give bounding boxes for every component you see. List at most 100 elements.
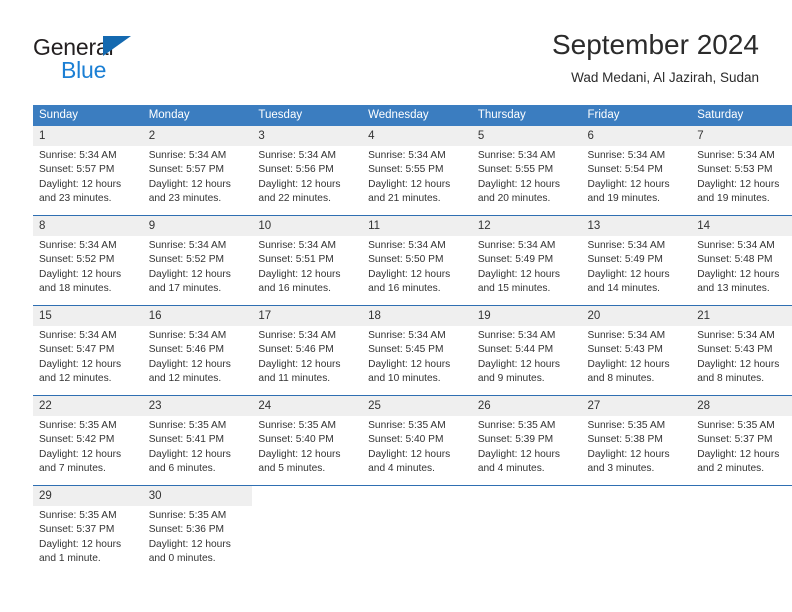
day-details: Sunrise: 5:34 AM Sunset: 5:56 PM Daylight:… — [252, 146, 362, 206]
day-details: Sunrise: 5:34 AM Sunset: 5:52 PM Daylight:… — [33, 236, 143, 296]
day-cell[interactable]: 9 Sunrise: 5:34 AM Sunset: 5:52 PM Daylight… — [142, 215, 253, 306]
daylight-text: Daylight: 12 hours and 8 minutes. — [587, 358, 670, 384]
sunset-text: Sunset: 5:55 PM — [368, 164, 444, 176]
sunset-text: Sunset: 5:40 PM — [258, 434, 334, 446]
page-header: General Blue September 2024 Wad Medani, … — [33, 28, 759, 98]
calendar-week-row: 1 Sunrise: 5:34 AM Sunset: 5:57 PM Daylight… — [33, 126, 792, 216]
page-subtitle: Wad Medani, Al Jazirah, Sudan — [571, 70, 759, 85]
day-number: 21 — [691, 306, 792, 326]
day-cell[interactable]: 25 Sunrise: 5:35 AM Sunset: 5:40 PM Dayligh… — [362, 395, 472, 486]
calendar-week-row: 15 Sunrise: 5:34 AM Sunset: 5:47 PM Dayligh… — [33, 305, 792, 396]
day-cell[interactable]: 8 Sunrise: 5:34 AM Sunset: 5:52 PM Daylight… — [33, 215, 143, 306]
day-details: Sunrise: 5:35 AM Sunset: 5:41 PM Daylight:… — [143, 416, 253, 476]
day-details: Sunrise: 5:34 AM Sunset: 5:55 PM Daylight:… — [472, 146, 582, 206]
sunset-text: Sunset: 5:43 PM — [697, 344, 773, 356]
day-details — [252, 494, 362, 497]
day-number: 3 — [252, 126, 363, 146]
daylight-text: Daylight: 12 hours and 19 minutes. — [587, 178, 670, 204]
day-number: 11 — [362, 216, 472, 236]
day-details: Sunrise: 5:34 AM Sunset: 5:54 PM Daylight:… — [582, 146, 692, 206]
day-cell[interactable]: 14 Sunrise: 5:34 AM Sunset: 5:48 PM Dayligh… — [691, 215, 792, 306]
sunrise-text: Sunrise: 5:35 AM — [477, 420, 556, 431]
day-details: Sunrise: 5:34 AM Sunset: 5:47 PM Daylight:… — [33, 326, 143, 386]
day-cell[interactable]: 20 Sunrise: 5:34 AM Sunset: 5:43 PM Dayligh… — [581, 305, 692, 396]
sunrise-text: Sunrise: 5:35 AM — [258, 420, 336, 431]
sunset-text: Sunset: 5:51 PM — [258, 254, 334, 266]
day-cell[interactable]: 2 Sunrise: 5:34 AM Sunset: 5:57 PM Daylight… — [142, 126, 253, 216]
day-details: Sunrise: 5:34 AM Sunset: 5:46 PM Daylight:… — [143, 326, 253, 386]
day-number: 12 — [471, 216, 582, 236]
day-cell[interactable]: 17 Sunrise: 5:34 AM Sunset: 5:46 PM Dayligh… — [252, 305, 363, 396]
sunset-text: Sunset: 5:37 PM — [697, 434, 773, 446]
sunset-text: Sunset: 5:39 PM — [477, 434, 554, 446]
sunset-text: Sunset: 5:53 PM — [697, 164, 773, 176]
calendar-body: 1 Sunrise: 5:34 AM Sunset: 5:57 PM Daylight… — [33, 126, 792, 575]
day-cell[interactable]: 30 Sunrise: 5:35 AM Sunset: 5:36 PM Dayligh… — [142, 485, 253, 575]
day-cell-empty — [581, 485, 692, 575]
daylight-text: Daylight: 12 hours and 3 minutes. — [587, 448, 670, 474]
sunrise-text: Sunrise: 5:34 AM — [587, 240, 666, 251]
day-details: Sunrise: 5:34 AM Sunset: 5:49 PM Daylight:… — [582, 236, 692, 296]
day-number — [582, 486, 692, 494]
day-cell[interactable]: 10 Sunrise: 5:34 AM Sunset: 5:51 PM Dayligh… — [252, 215, 363, 306]
day-number: 20 — [581, 306, 692, 326]
day-number — [362, 486, 472, 494]
generalblue-logo[interactable]: General Blue — [33, 34, 233, 92]
day-cell[interactable]: 3 Sunrise: 5:34 AM Sunset: 5:56 PM Daylight… — [252, 126, 363, 216]
day-details: Sunrise: 5:34 AM Sunset: 5:49 PM Daylight:… — [472, 236, 582, 296]
day-cell[interactable]: 1 Sunrise: 5:34 AM Sunset: 5:57 PM Daylight… — [33, 126, 143, 216]
day-details: Sunrise: 5:35 AM Sunset: 5:40 PM Daylight:… — [362, 416, 472, 476]
daylight-text: Daylight: 12 hours and 23 minutes. — [39, 178, 122, 204]
day-cell[interactable]: 11 Sunrise: 5:34 AM Sunset: 5:50 PM Dayligh… — [362, 215, 472, 306]
day-details: Sunrise: 5:35 AM Sunset: 5:40 PM Daylight:… — [252, 416, 362, 476]
day-cell[interactable]: 18 Sunrise: 5:34 AM Sunset: 5:45 PM Dayligh… — [362, 305, 472, 396]
day-cell[interactable]: 13 Sunrise: 5:34 AM Sunset: 5:49 PM Dayligh… — [581, 215, 692, 306]
daylight-text: Daylight: 12 hours and 20 minutes. — [477, 178, 560, 204]
day-cell[interactable]: 23 Sunrise: 5:35 AM Sunset: 5:41 PM Dayligh… — [142, 395, 253, 486]
day-cell[interactable]: 6 Sunrise: 5:34 AM Sunset: 5:54 PM Daylight… — [581, 126, 692, 216]
day-cell[interactable]: 16 Sunrise: 5:34 AM Sunset: 5:46 PM Dayligh… — [142, 305, 253, 396]
day-cell[interactable]: 15 Sunrise: 5:34 AM Sunset: 5:47 PM Dayligh… — [33, 305, 143, 396]
sunrise-text: Sunrise: 5:34 AM — [368, 240, 446, 251]
daylight-text: Daylight: 12 hours and 16 minutes. — [258, 268, 341, 294]
sunset-text: Sunset: 5:50 PM — [368, 254, 444, 266]
day-cell[interactable]: 24 Sunrise: 5:35 AM Sunset: 5:40 PM Dayligh… — [252, 395, 363, 486]
day-cell[interactable]: 28 Sunrise: 5:35 AM Sunset: 5:37 PM Dayligh… — [691, 395, 792, 486]
sunrise-text: Sunrise: 5:35 AM — [39, 510, 117, 521]
sunrise-text: Sunrise: 5:34 AM — [697, 330, 775, 341]
day-number: 18 — [362, 306, 472, 326]
day-cell[interactable]: 26 Sunrise: 5:35 AM Sunset: 5:39 PM Dayligh… — [471, 395, 582, 486]
day-details: Sunrise: 5:34 AM Sunset: 5:51 PM Daylight:… — [252, 236, 362, 296]
sunrise-text: Sunrise: 5:34 AM — [258, 150, 336, 161]
day-cell[interactable]: 7 Sunrise: 5:34 AM Sunset: 5:53 PM Daylight… — [691, 126, 792, 216]
sunset-text: Sunset: 5:41 PM — [148, 434, 225, 446]
sunrise-sunset-calendar-table: Sunday Monday Tuesday Wednesday Thursday… — [33, 105, 792, 575]
day-details — [472, 494, 582, 497]
daylight-text: Daylight: 12 hours and 0 minutes. — [148, 538, 231, 564]
logo-triangle-icon — [103, 36, 131, 56]
day-cell[interactable]: 22 Sunrise: 5:35 AM Sunset: 5:42 PM Dayligh… — [33, 395, 143, 486]
day-number: 7 — [691, 126, 792, 146]
daylight-text: Daylight: 12 hours and 15 minutes. — [477, 268, 560, 294]
day-details: Sunrise: 5:34 AM Sunset: 5:46 PM Daylight:… — [252, 326, 362, 386]
sunrise-text: Sunrise: 5:35 AM — [368, 420, 446, 431]
day-number: 16 — [142, 306, 253, 326]
day-cell[interactable]: 12 Sunrise: 5:34 AM Sunset: 5:49 PM Dayligh… — [471, 215, 582, 306]
day-cell[interactable]: 27 Sunrise: 5:35 AM Sunset: 5:38 PM Dayligh… — [581, 395, 692, 486]
day-number — [472, 486, 582, 494]
day-cell[interactable]: 5 Sunrise: 5:34 AM Sunset: 5:55 PM Daylight… — [471, 126, 582, 216]
title-block: September 2024 Wad Medani, Al Jazirah, S… — [552, 28, 759, 88]
day-cell[interactable]: 29 Sunrise: 5:35 AM Sunset: 5:37 PM Dayligh… — [33, 485, 143, 575]
day-cell[interactable]: 21 Sunrise: 5:34 AM Sunset: 5:43 PM Dayligh… — [691, 305, 792, 396]
day-cell[interactable]: 4 Sunrise: 5:34 AM Sunset: 5:55 PM Daylight… — [362, 126, 472, 216]
sunrise-text: Sunrise: 5:34 AM — [587, 330, 666, 341]
daylight-text: Daylight: 12 hours and 7 minutes. — [39, 448, 122, 474]
sunrise-text: Sunrise: 5:34 AM — [477, 330, 556, 341]
calendar-header-row-group: Sunday Monday Tuesday Wednesday Thursday… — [33, 105, 792, 126]
day-number: 28 — [691, 396, 792, 416]
weekday-header-wednesday: Wednesday — [362, 105, 472, 126]
sunrise-text: Sunrise: 5:34 AM — [258, 240, 336, 251]
day-details: Sunrise: 5:34 AM Sunset: 5:55 PM Daylight:… — [362, 146, 472, 206]
day-cell[interactable]: 19 Sunrise: 5:34 AM Sunset: 5:44 PM Dayligh… — [471, 305, 582, 396]
sunset-text: Sunset: 5:47 PM — [39, 344, 115, 356]
